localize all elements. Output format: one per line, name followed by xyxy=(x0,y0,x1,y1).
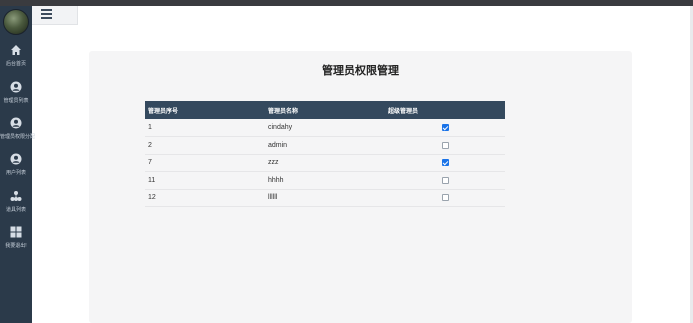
top-bar xyxy=(32,6,78,25)
table-row: 11 hhhh xyxy=(145,171,505,190)
table-row: 7 zzz xyxy=(145,154,505,172)
sidebar-item-user-list[interactable]: 用户列表 xyxy=(0,153,32,183)
admin-name-cell: hhhh xyxy=(265,171,385,190)
sidebar-item-label: 道具列表 xyxy=(5,207,26,213)
home-icon xyxy=(11,45,21,55)
super-admin-checkbox[interactable] xyxy=(441,176,449,184)
admin-permission-table: 管理员序号 管理员名称 超级管理员 1 cindahy 2 admin 7 zz… xyxy=(145,101,505,207)
sidebar-item-label: 我要退出! xyxy=(5,243,27,249)
sidebar-item-home[interactable]: 后台首页 xyxy=(0,44,32,74)
admin-id-cell: 7 xyxy=(145,154,265,172)
main-panel: 管理员权限管理 管理员序号 管理员名称 超级管理员 1 cindahy 2 ad… xyxy=(89,51,632,323)
table-header-row: 管理员序号 管理员名称 超级管理员 xyxy=(145,101,505,119)
super-admin-cell xyxy=(385,119,505,137)
super-admin-cell xyxy=(385,136,505,155)
grid-icon xyxy=(10,226,22,238)
sidebar-item-label: 管理员列表 xyxy=(3,98,29,104)
super-admin-checkbox[interactable] xyxy=(441,159,449,167)
admin-name-cell: llllll xyxy=(265,189,385,207)
sidebar-item-admin-permissions[interactable]: 管理员权限分配 xyxy=(0,117,36,147)
table-row: 1 cindahy xyxy=(145,119,505,137)
super-admin-checkbox[interactable] xyxy=(441,194,449,202)
admin-id-cell: 11 xyxy=(145,171,265,190)
super-admin-checkbox[interactable] xyxy=(441,123,449,131)
super-admin-cell xyxy=(385,154,505,172)
admin-id-cell: 1 xyxy=(145,119,265,137)
admin-name-cell: zzz xyxy=(265,154,385,172)
column-header: 管理员名称 xyxy=(265,101,385,119)
column-header: 管理员序号 xyxy=(145,101,265,119)
user-circle-icon xyxy=(10,153,22,165)
avatar[interactable] xyxy=(3,9,29,35)
sidebar-item-label: 用户列表 xyxy=(5,170,26,176)
sidebar-item-item-list[interactable]: 道具列表 xyxy=(0,190,32,220)
super-admin-cell xyxy=(385,189,505,207)
sidebar: 后台首页 管理员列表 管理员权限分配 用户列表 道具列表 我要退出! xyxy=(0,6,36,323)
sitemap-icon xyxy=(10,191,22,201)
admin-id-cell: 12 xyxy=(145,189,265,207)
menu-toggle-icon[interactable] xyxy=(41,9,52,19)
user-circle-icon xyxy=(10,117,22,129)
column-header: 超级管理员 xyxy=(385,101,505,119)
table-row: 2 admin xyxy=(145,136,505,155)
user-circle-icon xyxy=(10,81,22,93)
page-title: 管理员权限管理 xyxy=(322,65,399,77)
admin-id-cell: 2 xyxy=(145,136,265,155)
super-admin-cell xyxy=(385,171,505,190)
bookmarks-bar xyxy=(0,0,693,6)
sidebar-item-label: 后台首页 xyxy=(5,61,26,67)
sidebar-item-admin-list[interactable]: 管理员列表 xyxy=(0,81,32,111)
sidebar-item-label: 管理员权限分配 xyxy=(0,134,36,140)
admin-name-cell: cindahy xyxy=(265,119,385,137)
table-row: 12 llllll xyxy=(145,189,505,207)
super-admin-checkbox[interactable] xyxy=(441,141,449,149)
admin-name-cell: admin xyxy=(265,136,385,155)
sidebar-item-logout[interactable]: 我要退出! xyxy=(0,226,32,256)
